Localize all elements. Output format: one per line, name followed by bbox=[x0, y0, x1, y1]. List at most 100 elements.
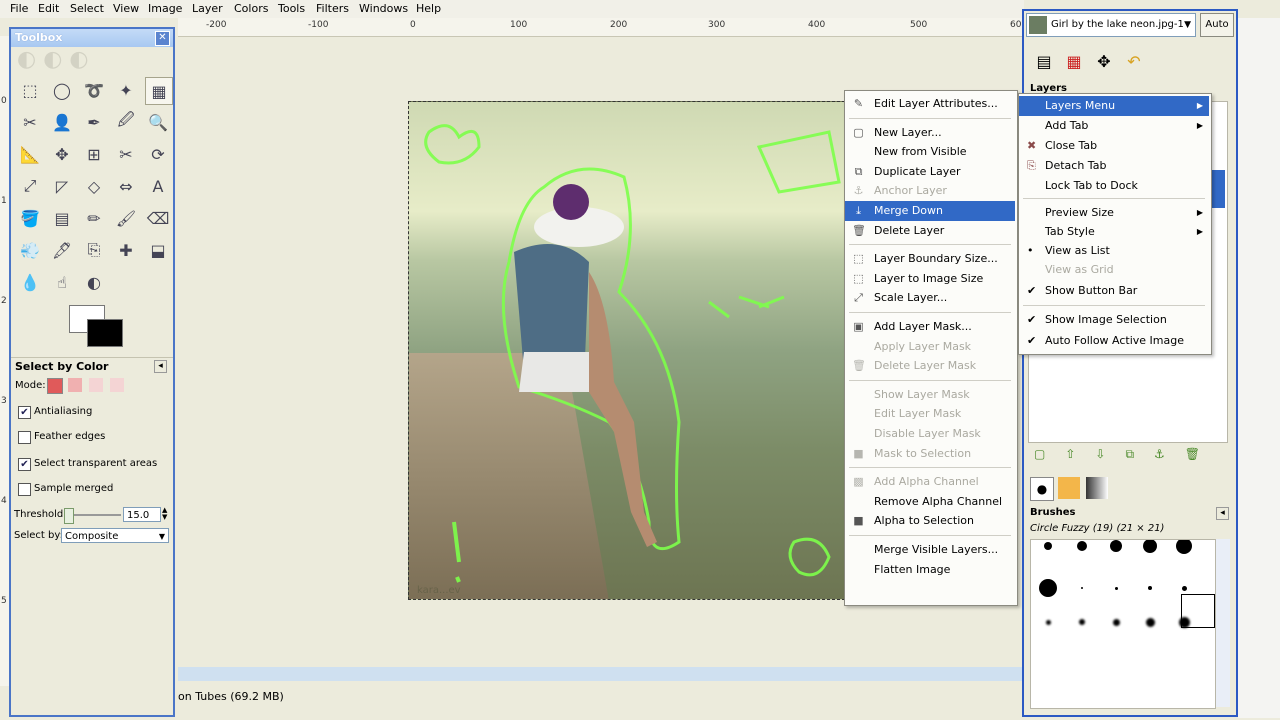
lasso-icon[interactable]: ➰ bbox=[81, 77, 107, 103]
menu-tools[interactable]: Tools bbox=[278, 2, 305, 15]
paintbrush-icon[interactable]: 🖌 bbox=[113, 205, 139, 231]
toolbox-titlebar[interactable]: Toolbox ✕ bbox=[11, 29, 173, 47]
tab-menu-item-show-button-bar[interactable]: ✔ Show Button Bar bbox=[1019, 281, 1209, 301]
ellipse-select-icon[interactable]: ◯ bbox=[49, 77, 75, 103]
measure-icon[interactable]: 📐 bbox=[17, 141, 43, 167]
airbrush-icon[interactable]: 💨 bbox=[17, 237, 43, 263]
shear-icon[interactable]: ◸ bbox=[49, 173, 75, 199]
brush-preset[interactable] bbox=[1081, 587, 1083, 589]
image-selector[interactable]: Girl by the lake neon.jpg-1 ▼ bbox=[1026, 13, 1196, 37]
brush-grid[interactable] bbox=[1030, 539, 1216, 709]
ink-icon[interactable]: 🖋 bbox=[49, 237, 75, 263]
menu-view[interactable]: View bbox=[113, 2, 139, 15]
brush-preset[interactable] bbox=[1176, 540, 1192, 554]
crop-icon[interactable]: ✂ bbox=[113, 141, 139, 167]
select-transparent-checkbox[interactable]: ✔ bbox=[18, 458, 31, 471]
smudge-icon[interactable]: ☝ bbox=[49, 269, 75, 295]
brush-preset[interactable] bbox=[1079, 619, 1085, 625]
menu-image[interactable]: Image bbox=[148, 2, 182, 15]
rotate-icon[interactable]: ⟳ bbox=[145, 141, 171, 167]
tab-menu-item-view-as-list[interactable]: • View as List bbox=[1019, 241, 1209, 261]
scale-icon[interactable]: ⤢ bbox=[17, 173, 43, 199]
menu-item-new-layer[interactable]: ▢ New Layer... bbox=[845, 123, 1015, 143]
feather-edges-checkbox[interactable] bbox=[18, 431, 31, 444]
move-icon[interactable]: ✥ bbox=[49, 141, 75, 167]
menu-item-layer-to-image-size[interactable]: ⬚ Layer to Image Size bbox=[845, 269, 1015, 289]
gradient-tab-icon[interactable] bbox=[1086, 477, 1108, 499]
brush-preset[interactable] bbox=[1114, 586, 1118, 590]
menu-select[interactable]: Select bbox=[70, 2, 104, 15]
threshold-spin-icon[interactable]: ▲ ▼ bbox=[162, 507, 167, 521]
pattern-tab-icon[interactable] bbox=[1058, 477, 1080, 499]
brush-preset[interactable] bbox=[1044, 542, 1052, 550]
menu-item-alpha-to-selection[interactable]: ■ Alpha to Selection bbox=[845, 511, 1015, 531]
menu-item-edit-layer-attributes[interactable]: ✎ Edit Layer Attributes... bbox=[845, 94, 1015, 114]
brush-preset[interactable] bbox=[1045, 619, 1051, 625]
menu-file[interactable]: File bbox=[10, 2, 28, 15]
tab-menu-item-detach-tab[interactable]: ⎘ Detach Tab bbox=[1019, 156, 1209, 176]
fuzzy-select-icon[interactable]: ✦ bbox=[113, 77, 139, 103]
perspective-icon[interactable]: ◇ bbox=[81, 173, 107, 199]
dodge-icon[interactable]: ◐ bbox=[81, 269, 107, 295]
paths-tab-icon[interactable]: ✥ bbox=[1090, 49, 1118, 75]
rect-select-icon[interactable]: ⬚ bbox=[17, 77, 43, 103]
menu-item-merge-down[interactable]: ⤓ Merge Down bbox=[845, 201, 1015, 221]
outer-scrollbar[interactable] bbox=[1238, 18, 1280, 718]
brush-tab-icon[interactable]: ● bbox=[1030, 477, 1054, 501]
configure-icon[interactable]: ◂ bbox=[1216, 507, 1229, 520]
tab-menu-item-close-tab[interactable]: ✖ Close Tab bbox=[1019, 136, 1209, 156]
brush-preset[interactable] bbox=[1143, 540, 1157, 553]
flip-icon[interactable]: ⇔ bbox=[113, 173, 139, 199]
tab-menu-item-preview-size[interactable]: Preview Size ▶ bbox=[1019, 203, 1209, 223]
tab-menu-item-tab-style[interactable]: Tab Style ▶ bbox=[1019, 222, 1209, 242]
menu-edit[interactable]: Edit bbox=[38, 2, 59, 15]
menu-filters[interactable]: Filters bbox=[316, 2, 349, 15]
menu-help[interactable]: Help bbox=[416, 2, 441, 15]
brush-scrollbar[interactable] bbox=[1216, 539, 1230, 707]
menu-layer[interactable]: Layer bbox=[192, 2, 223, 15]
mode-subtract-icon[interactable] bbox=[89, 378, 103, 392]
undo-tab-icon[interactable]: ↶ bbox=[1120, 49, 1148, 75]
channels-tab-icon[interactable]: ▦ bbox=[1060, 49, 1088, 75]
color-picker-icon[interactable]: 🖉 bbox=[113, 109, 139, 135]
menu-windows[interactable]: Windows bbox=[359, 2, 408, 15]
brush-preset[interactable] bbox=[1077, 541, 1087, 551]
image-canvas[interactable]: kara...ev bbox=[408, 101, 845, 600]
sample-merged-checkbox[interactable] bbox=[18, 483, 31, 496]
menu-item-layer-boundary-size[interactable]: ⬚ Layer Boundary Size... bbox=[845, 249, 1015, 269]
auto-button[interactable]: Auto bbox=[1200, 13, 1234, 37]
clone-icon[interactable]: ⎘ bbox=[81, 237, 107, 263]
threshold-input[interactable]: 15.0 bbox=[123, 507, 161, 522]
blend-icon[interactable]: ▤ bbox=[49, 205, 75, 231]
menu-item-delete-layer[interactable]: 🗑 Delete Layer bbox=[845, 221, 1015, 241]
scissors-icon[interactable]: ✂ bbox=[17, 109, 43, 135]
tab-menu-item-layers-menu[interactable]: Layers Menu ▶ bbox=[1019, 96, 1209, 116]
threshold-slider-thumb[interactable] bbox=[64, 508, 75, 524]
blur-icon[interactable]: 💧 bbox=[17, 269, 43, 295]
mode-replace-icon[interactable] bbox=[47, 378, 63, 394]
tab-menu-item-auto-follow-active-image[interactable]: ✔ Auto Follow Active Image bbox=[1019, 331, 1209, 351]
paths-icon[interactable]: ✒ bbox=[81, 109, 107, 135]
layers-tab-icon[interactable]: ▤ bbox=[1030, 49, 1058, 75]
menu-colors[interactable]: Colors bbox=[234, 2, 268, 15]
menu-item-duplicate-layer[interactable]: ⧉ Duplicate Layer bbox=[845, 162, 1015, 182]
mode-intersect-icon[interactable] bbox=[110, 378, 124, 392]
perspective-clone-icon[interactable]: ⬓ bbox=[145, 237, 171, 263]
selected-brush-frame[interactable] bbox=[1181, 594, 1215, 628]
select-by-color-icon[interactable]: ▦ bbox=[145, 77, 173, 105]
mode-add-icon[interactable] bbox=[68, 378, 82, 392]
antialiasing-checkbox[interactable]: ✔ bbox=[18, 406, 31, 419]
pencil-icon[interactable]: ✏ bbox=[81, 205, 107, 231]
brush-preset[interactable] bbox=[1181, 585, 1187, 591]
horizontal-scrollbar[interactable] bbox=[178, 667, 1022, 681]
select-by-dropdown[interactable]: Composite ▼ bbox=[61, 528, 169, 543]
brush-preset[interactable] bbox=[1112, 618, 1120, 626]
align-icon[interactable]: ⊞ bbox=[81, 141, 107, 167]
tab-menu-item-lock-tab-to-dock[interactable]: Lock Tab to Dock bbox=[1019, 176, 1209, 196]
heal-icon[interactable]: ✚ bbox=[113, 237, 139, 263]
brush-preset[interactable] bbox=[1148, 586, 1152, 590]
configure-icon[interactable]: ◂ bbox=[154, 360, 167, 373]
text-icon[interactable]: A bbox=[145, 173, 171, 199]
brush-preset[interactable] bbox=[1110, 540, 1122, 552]
tab-menu-item-show-image-selection[interactable]: ✔ Show Image Selection bbox=[1019, 310, 1209, 330]
